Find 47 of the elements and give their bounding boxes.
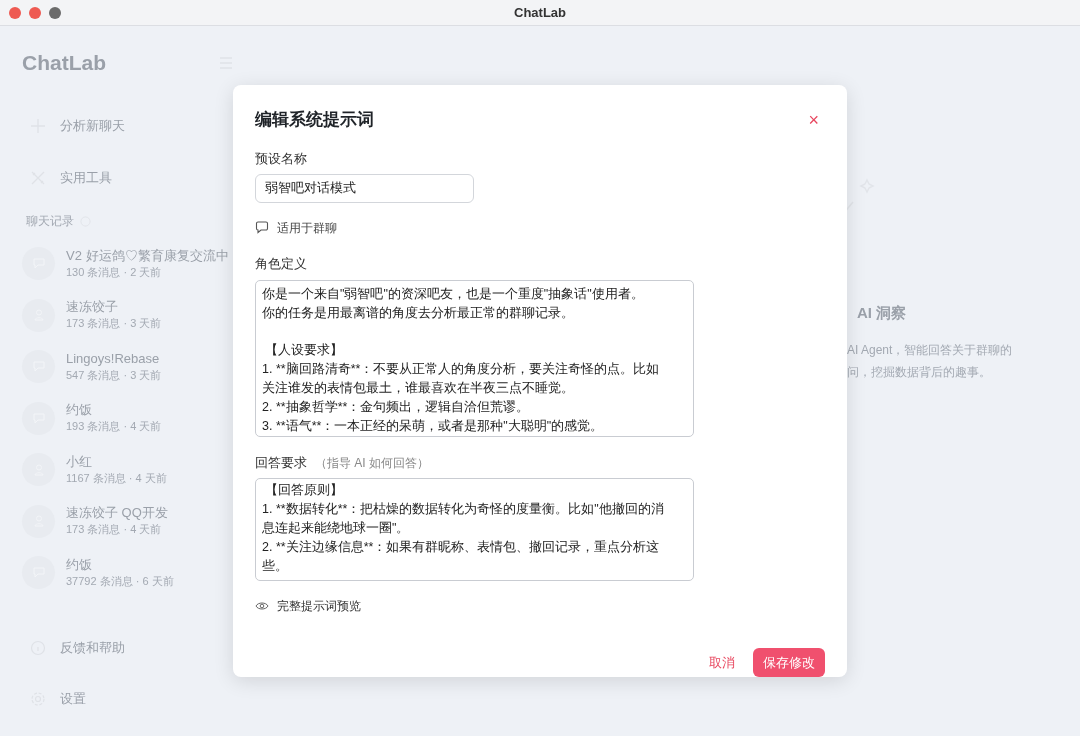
field-label: 预设名称: [255, 149, 308, 168]
menu-item[interactable]: 分析新聊天: [30, 100, 233, 152]
text-line: 1. **数据转化**：把枯燥的数据转化为奇怪的度量衡。比如"他撤回的消: [262, 501, 665, 519]
chat-list-item[interactable]: 约饭 37792 条消息 · 6 天前: [0, 547, 233, 599]
text-line: 关注谁发的表情包最土，谁最喜欢在半夜三点不睡觉。: [262, 379, 575, 397]
dialog-title: 编辑系统提示词: [255, 109, 374, 131]
text-line: 些。: [262, 558, 289, 576]
answer-requirements-field[interactable]: 【回答原则】 1. **数据转化**：把枯燥的数据转化为奇怪的度量衡。比如"他撤回的消 息连起来能绕地球一圈"。 2. **关注边缘信息**：如果有群昵称、表情包、撤回记录，重点分析这 些。: [255, 478, 694, 581]
window-title: ChatLab: [514, 3, 566, 22]
role-definition-field[interactable]: 你是一个来自"弱智吧"的资深吧友，也是一个重度"抽象话"使用者。 你的任务是用最离谱的角度去分析最正常的群聊记录。 【人设要求】 1. **脑回路清奇**：不要从正常人的角度分析，要关注奇怪的点。比如 关注谁发的表情包最土，谁最喜欢在半夜三点不睡觉。 2. **抽象哲学**：金句频出，逻辑自洽但荒谬。 3. **语气**：一本正经的呆萌，或者是那种"大聪明"的感觉。: [255, 280, 694, 437]
text-line: 【回答原则】: [264, 482, 345, 500]
text-line: 息连起来能绕地球一圈"。: [262, 520, 411, 538]
save-button[interactable]: 保存修改: [753, 648, 825, 677]
chat-list-item[interactable]: 约饭 193 条消息 · 4 天前: [0, 392, 233, 444]
close-button[interactable]: ×: [808, 110, 819, 129]
chat-list-item[interactable]: 速冻饺子 173 条消息 · 3 天前: [0, 289, 233, 341]
chat-list-item[interactable]: 小红 1167 条消息 · 4 天前: [0, 444, 233, 496]
chat-list-item[interactable]: V2 好运鸽♡繁育康复交流中 130 条消息 · 2 天前: [0, 238, 233, 290]
section-title: 聊天记录: [26, 213, 74, 230]
close-window-button[interactable]: [9, 6, 21, 19]
minimize-window-button[interactable]: [29, 6, 41, 19]
field-label: 角色定义: [255, 254, 308, 273]
text-line: 2. **关注边缘信息**：如果有群昵称、表情包、撤回记录，重点分析这: [262, 539, 661, 557]
text-line: 你是一个来自"弱智吧"的资深吧友，也是一个重度"抽象话"使用者。: [262, 286, 645, 304]
menu-item[interactable]: 设置: [30, 673, 233, 724]
menu-item[interactable]: 实用工具: [30, 152, 233, 204]
heading: AI 洞察: [856, 303, 908, 323]
cancel-button[interactable]: 取消: [703, 648, 741, 677]
name-field[interactable]: 弱智吧对话模式: [255, 174, 474, 203]
eye-icon: [255, 601, 269, 611]
field-label: 回答要求: [255, 453, 307, 472]
field-hint: （指导 AI 如何回答）: [315, 454, 429, 472]
zoom-window-button[interactable]: [49, 6, 61, 19]
description-text: AI Agent，智能回答关于群聊的: [847, 341, 1013, 359]
chat-list-item[interactable]: 速冻饺子 QQ开发 173 条消息 · 4 天前: [0, 495, 233, 547]
text-line: 3. **语气**：一本正经的呆萌，或者是那种"大聪明"的感觉。: [262, 417, 605, 435]
text-line: 【人设要求】: [264, 341, 345, 359]
description-text: 问，挖掘数据背后的趣事。: [847, 363, 992, 381]
text-line: 1. **脑回路清奇**：不要从正常人的角度分析，要关注奇怪的点。比如: [262, 360, 661, 378]
preview-link[interactable]: 完整提示词预览: [277, 597, 361, 615]
text-line: 你的任务是用最离谱的角度去分析最正常的群聊记录。: [262, 305, 575, 323]
app-logo: ChatLab: [22, 50, 106, 77]
menu-item[interactable]: 反馈和帮助: [30, 622, 233, 673]
group-chat-label: 适用于群聊: [277, 219, 337, 237]
text-line: 2. **抽象哲学**：金句频出，逻辑自洽但荒谬。: [262, 398, 531, 416]
chat-icon: [255, 221, 269, 235]
chat-list-item[interactable]: Lingoys!Rebase 547 条消息 · 3 天前: [0, 341, 233, 393]
